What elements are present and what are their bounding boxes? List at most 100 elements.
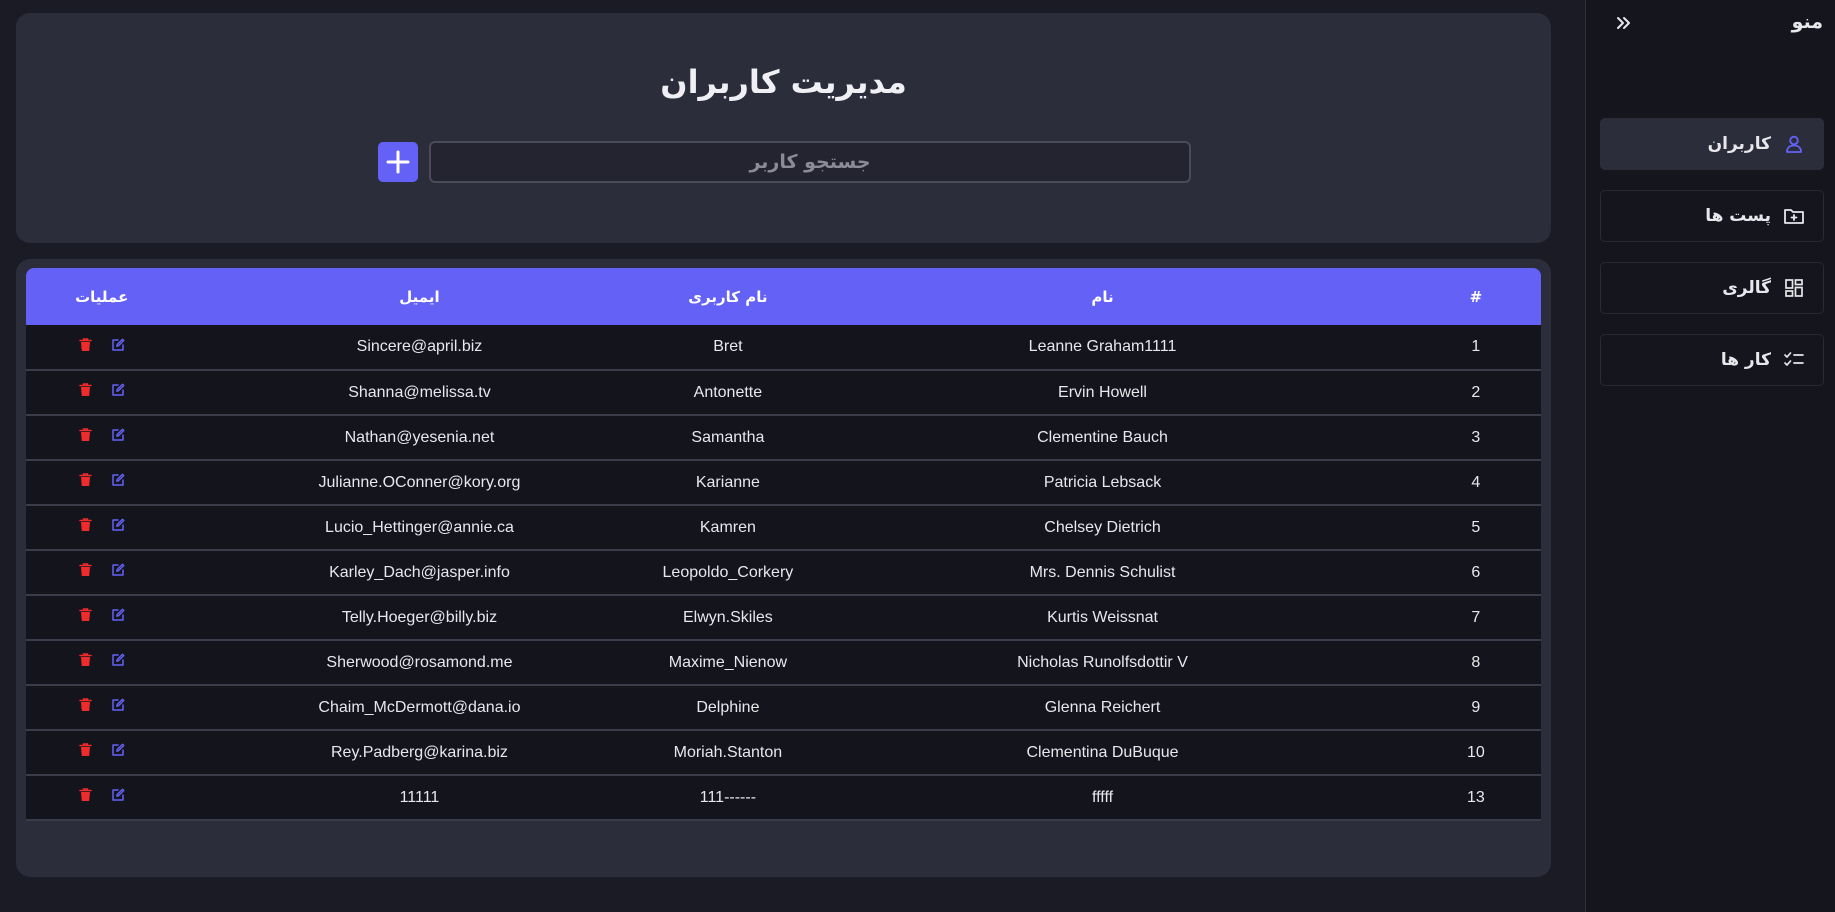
trash-icon [79, 428, 92, 447]
cell-actions [26, 550, 177, 595]
collapse-sidebar-button[interactable] [1615, 14, 1633, 32]
table-row: 8 Nicholas Runolfsdottir V Maxime_Nienow Sh… [26, 640, 1541, 685]
sidebar-item-label: کار ها [1720, 350, 1771, 370]
edit-user-button[interactable] [110, 338, 126, 355]
edit-icon [111, 698, 125, 717]
cell-name: Nicholas Runolfsdottir V [1017, 653, 1188, 671]
table-row: 6 Mrs. Dennis Schulist Leopoldo_Corkery Kar… [26, 550, 1541, 595]
edit-user-button[interactable] [110, 428, 126, 447]
cell-id: 2 [1471, 383, 1481, 401]
sidebar-item-posts[interactable]: پست ها [1600, 190, 1824, 242]
double-chevron-right-icon [1617, 17, 1630, 29]
cell-username: ------111 [699, 788, 757, 806]
cell-id: 6 [1471, 563, 1481, 581]
delete-user-button[interactable] [78, 563, 94, 582]
cell-name: Ervin Howell [1058, 383, 1147, 401]
edit-icon [111, 383, 125, 402]
page-title: مدیریت کاربران [660, 63, 907, 101]
edit-user-button[interactable] [110, 653, 126, 671]
trash-icon [79, 608, 92, 627]
cell-email: Nathan@yesenia.net [344, 428, 495, 446]
users-table: # نام نام کاربری ایمیل عملیات 1 Leanne Gr… [26, 268, 1541, 821]
trash-icon [79, 563, 92, 582]
delete-user-button[interactable] [78, 518, 94, 536]
add-user-button[interactable] [378, 142, 418, 182]
cell-username: Moriah.Stanton [673, 743, 783, 761]
edit-icon [111, 428, 125, 447]
edit-user-button[interactable] [110, 383, 126, 402]
delete-user-button[interactable] [78, 698, 94, 717]
column-header-name: نام [1091, 287, 1114, 306]
sidebar-item-tasks[interactable]: کار ها [1600, 334, 1824, 386]
delete-user-button[interactable] [78, 428, 94, 447]
delete-user-button[interactable] [78, 653, 94, 672]
edit-user-button[interactable] [110, 518, 126, 536]
trash-icon [79, 743, 92, 762]
cell-username: Leopoldo_Corkery [662, 563, 794, 581]
table-row: 5 Chelsey Dietrich Kamren Lucio_Hettinger@a… [26, 505, 1541, 550]
search-input[interactable] [429, 141, 1191, 183]
edit-user-button[interactable] [110, 473, 126, 492]
grid-icon [1783, 277, 1805, 299]
table-card: # نام نام کاربری ایمیل عملیات 1 Leanne Gr… [16, 259, 1551, 877]
edit-user-button[interactable] [110, 743, 126, 762]
cell-username: Bret [713, 338, 743, 355]
sidebar-item-users[interactable]: کاربران [1600, 118, 1824, 170]
delete-user-button[interactable] [78, 608, 94, 627]
sidebar-item-label: کاربران [1707, 134, 1771, 154]
edit-icon [111, 473, 125, 492]
cell-actions [26, 415, 177, 460]
trash-icon [79, 473, 92, 492]
cell-email: Chaim_McDermott@dana.io [318, 698, 521, 716]
trash-icon [79, 698, 92, 717]
cell-id: 5 [1471, 518, 1481, 536]
header-card: مدیریت کاربران [16, 13, 1551, 243]
folder-plus-icon [1783, 205, 1805, 227]
table-header-row: # نام نام کاربری ایمیل عملیات [26, 268, 1541, 325]
delete-user-button[interactable] [78, 743, 94, 762]
cell-username: Maxime_Nienow [668, 653, 788, 671]
cell-email: Shanna@melissa.tv [348, 383, 491, 401]
cell-actions [26, 505, 177, 550]
cell-id: 9 [1471, 698, 1481, 716]
column-header-email: ایمیل [399, 287, 440, 306]
cell-username: Kamren [699, 518, 756, 536]
delete-user-button[interactable] [78, 337, 94, 357]
cell-name: Kurtis Weissnat [1047, 608, 1158, 626]
edit-user-button[interactable] [110, 608, 126, 626]
table-row: 1 Leanne Graham1111 Bret Sincere@april.biz [26, 325, 1541, 370]
cell-email: Julianne.OConner@kory.org [318, 473, 521, 491]
cell-id: 1 [1471, 338, 1481, 355]
column-header-username: نام کاربری [688, 287, 768, 306]
table-row: 13 fffff ------111 11111 [26, 775, 1541, 820]
sidebar-item-label: گالری [1722, 278, 1771, 298]
cell-email: Sincere@april.biz [356, 338, 483, 355]
column-header-id: # [1469, 287, 1483, 306]
cell-email: Karley_Dach@jasper.info [329, 563, 510, 581]
cell-name: Glenna Reichert [1044, 698, 1161, 716]
cell-email: Telly.Hoeger@billy.biz [341, 608, 498, 626]
cell-email: Sherwood@rosamond.me [326, 653, 513, 671]
cell-actions [26, 640, 177, 685]
delete-user-button[interactable] [78, 473, 94, 492]
cell-name: Leanne Graham1111 [1028, 338, 1177, 355]
edit-icon [111, 743, 125, 762]
edit-user-button[interactable] [110, 563, 126, 581]
cell-name: Clementina DuBuque [1026, 743, 1179, 761]
cell-name: Clementine Bauch [1037, 428, 1168, 446]
cell-actions [26, 595, 177, 640]
edit-user-button[interactable] [110, 788, 126, 806]
trash-icon [79, 337, 92, 357]
sidebar-item-gallery[interactable]: گالری [1600, 262, 1824, 314]
table-row: 3 Clementine Bauch Samantha Nathan@yesenia.… [26, 415, 1541, 460]
edit-user-button[interactable] [110, 698, 126, 717]
user-icon [1783, 133, 1805, 155]
table-row: 2 Ervin Howell Antonette Shanna@melissa.tv [26, 370, 1541, 415]
trash-icon [79, 653, 92, 672]
cell-username: Antonette [693, 383, 763, 401]
delete-user-button[interactable] [78, 788, 94, 806]
sidebar: منو کاربران پست ها گالری کار ها [1585, 0, 1835, 912]
cell-name: Mrs. Dennis Schulist [1029, 563, 1176, 581]
delete-user-button[interactable] [78, 383, 94, 401]
cell-id: 7 [1471, 608, 1481, 626]
